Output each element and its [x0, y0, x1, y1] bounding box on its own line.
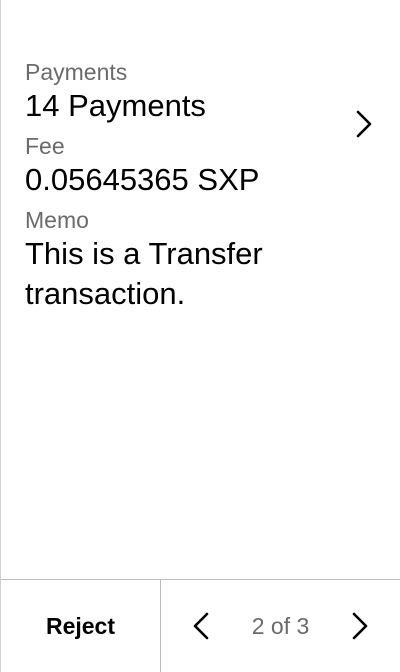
memo-value: This is a Transfer transaction. — [25, 236, 263, 311]
payments-value: 14 Payments — [25, 88, 206, 123]
transaction-review-screen: Payments 14 Payments Fee 0.05645365 SXP … — [0, 0, 400, 672]
fee-value: 0.05645365 SXP — [25, 162, 260, 197]
chevron-right-icon[interactable] — [348, 606, 372, 646]
pager: 2 of 3 — [161, 580, 400, 672]
transaction-details: Payments 14 Payments Fee 0.05645365 SXP … — [25, 58, 376, 314]
memo-field: Memo This is a Transfer transaction. — [25, 206, 376, 314]
chevron-left-icon[interactable] — [189, 606, 213, 646]
payments-row[interactable]: Payments 14 Payments — [25, 58, 376, 132]
page-indicator: 2 of 3 — [251, 612, 310, 639]
memo-label: Memo — [25, 207, 89, 233]
chevron-right-icon[interactable] — [352, 104, 376, 144]
footer-bar: Reject 2 of 3 — [1, 579, 400, 672]
fee-field: Fee 0.05645365 SXP — [25, 132, 376, 200]
reject-button[interactable]: Reject — [1, 580, 161, 672]
fee-label: Fee — [25, 133, 65, 159]
payments-field: Payments 14 Payments — [25, 58, 206, 132]
payments-label: Payments — [25, 59, 128, 85]
